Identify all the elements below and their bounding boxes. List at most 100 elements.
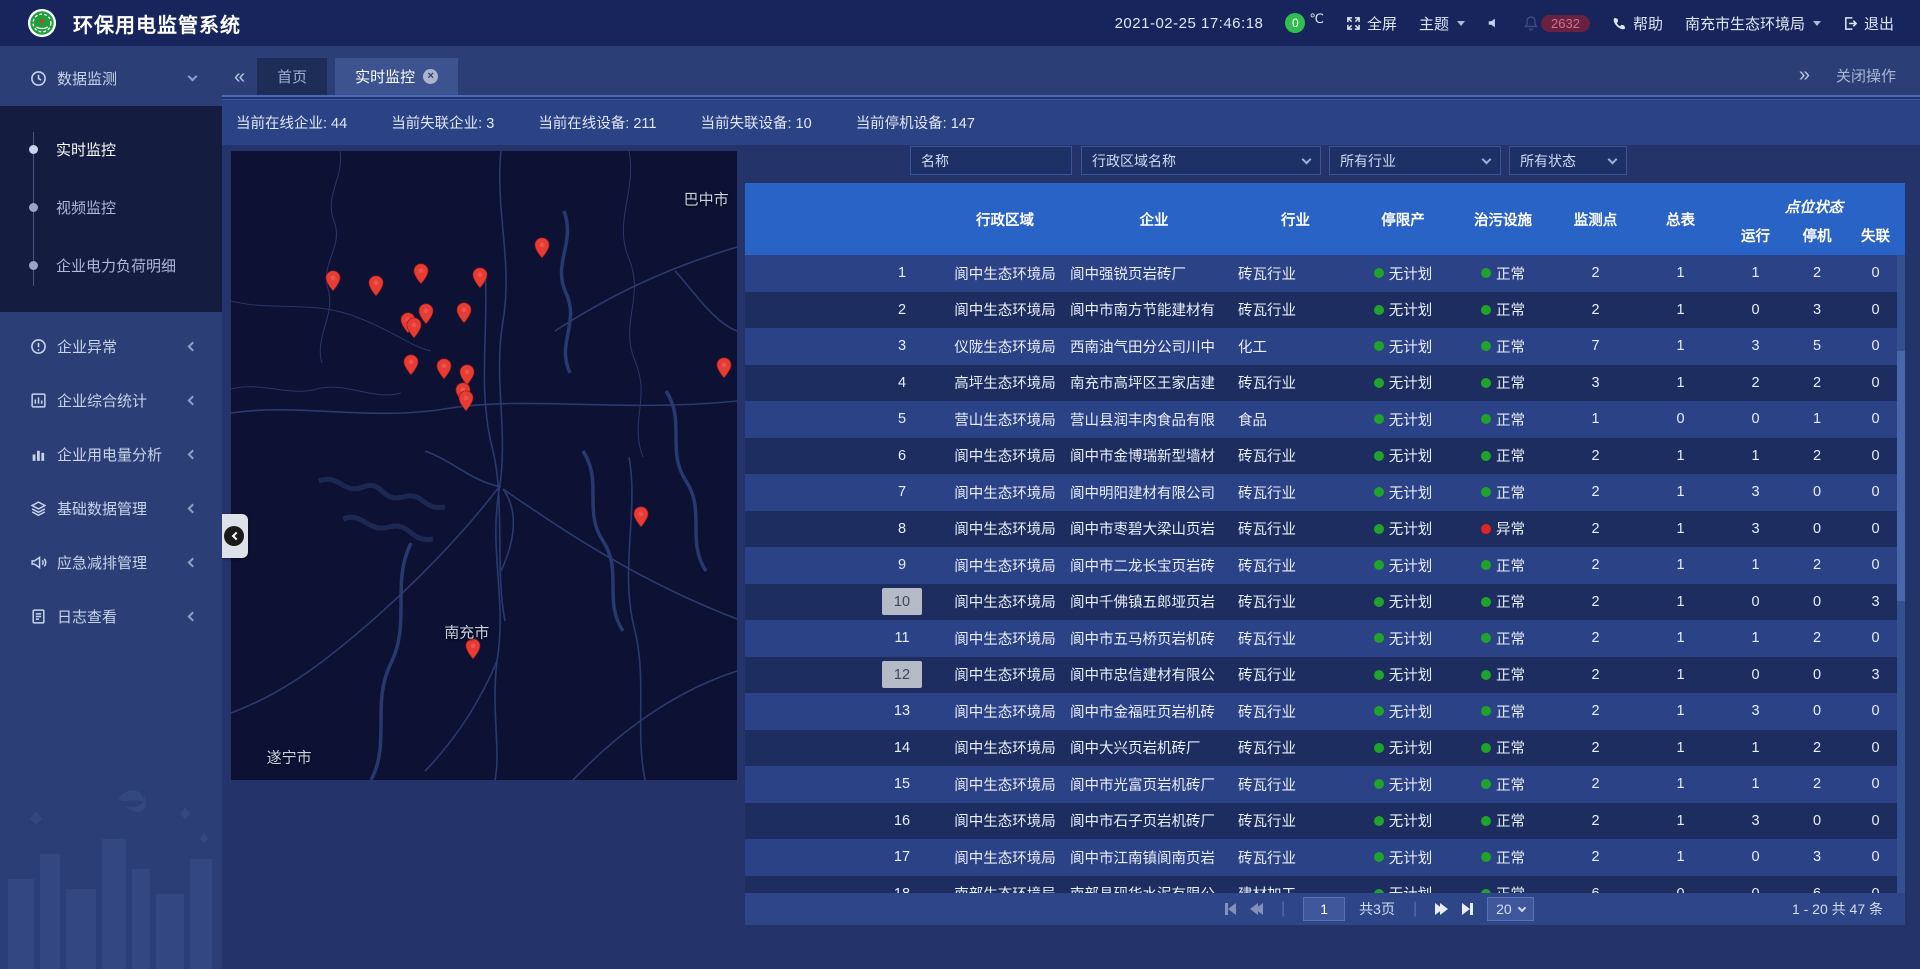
cell-total-meters: 1 [1638, 448, 1723, 464]
sidebar-item-log-view[interactable]: 日志查看 [0, 596, 222, 636]
cell-running: 0 [1723, 302, 1788, 318]
cell-monitor-points: 6 [1553, 886, 1638, 893]
table-row[interactable]: 12阆中生态环境局阆中市忠信建材有限公砖瓦行业无计划正常21003 [745, 657, 1905, 694]
sidebar-item-enterprise-stats[interactable]: 企业综合统计 [0, 380, 222, 420]
cell-stopped: 2 [1788, 740, 1846, 756]
table-row[interactable]: 18南部生态环境局南部县砚华水泥有限公建材加工无计划正常60060 [745, 876, 1905, 894]
row-index: 4 [882, 375, 922, 391]
map-pin-icon[interactable] [458, 390, 474, 412]
tabs-scroll-left-button[interactable]: « [222, 59, 257, 95]
user-dropdown[interactable]: 南充市生态环境局 [1685, 13, 1821, 34]
map-pin-icon[interactable] [418, 303, 434, 325]
table-row[interactable]: 15阆中生态环境局阆中市光富页岩机砖厂砖瓦行业无计划正常21120 [745, 766, 1905, 803]
layers-icon [30, 500, 47, 517]
map-panel[interactable]: 巴中市南充市遂宁市 [231, 151, 737, 780]
status-filter-select[interactable]: 所有状态 [1509, 146, 1627, 175]
cell-production-status: 无计划 [1353, 847, 1453, 868]
first-page-button[interactable] [1225, 903, 1236, 915]
map-pin-icon[interactable] [456, 302, 472, 324]
sidebar-subitem-power-load-detail[interactable]: 企业电力负荷明细 [0, 236, 222, 294]
cell-index: 4 [745, 375, 940, 391]
close-operations-button[interactable]: 关闭操作 [1836, 65, 1896, 86]
map-pin-icon[interactable] [436, 358, 452, 380]
sidebar-subitem-realtime-monitor[interactable]: 实时监控 [0, 120, 222, 178]
cell-index: 9 [745, 557, 940, 573]
mute-button[interactable] [1487, 16, 1501, 30]
prev-page-button[interactable] [1250, 903, 1263, 915]
tab-home[interactable]: 首页 [257, 58, 327, 95]
cell-facility-status: 正常 [1453, 883, 1553, 893]
sidebar-item-enterprise-abnormal[interactable]: 企业异常 [0, 326, 222, 366]
map-pin-icon[interactable] [403, 354, 419, 376]
name-filter-input[interactable] [921, 153, 1061, 169]
table-row[interactable]: 1阆中生态环境局阆中强锐页岩砖厂砖瓦行业无计划正常21120 [745, 255, 1905, 292]
cell-facility-status: 正常 [1453, 774, 1553, 795]
table-row[interactable]: 3仪陇生态环境局西南油气田分公司川中化工无计划正常71350 [745, 328, 1905, 365]
map-pin-icon[interactable] [325, 270, 341, 292]
cell-industry: 化工 [1238, 336, 1353, 357]
map-pin-icon[interactable] [633, 506, 649, 528]
map-pin-icon[interactable] [368, 275, 384, 297]
status-dot-green [1374, 670, 1384, 680]
status-dot-green [1481, 451, 1491, 461]
cell-index: 11 [745, 630, 940, 646]
region-filter-select[interactable]: 行政区域名称 [1081, 146, 1321, 175]
map-pin-icon[interactable] [716, 357, 732, 379]
cell-total-meters: 1 [1638, 302, 1723, 318]
table-row[interactable]: 4高坪生态环境局南充市高坪区王家店建砖瓦行业无计划正常31220 [745, 365, 1905, 402]
scrollbar-thumb[interactable] [1897, 351, 1905, 601]
cell-region: 阆中生态环境局 [940, 445, 1070, 466]
fullscreen-button[interactable]: 全屏 [1346, 13, 1397, 34]
cell-region: 阆中生态环境局 [940, 263, 1070, 284]
table-row[interactable]: 9阆中生态环境局阆中市二龙长宝页岩砖砖瓦行业无计划正常21120 [745, 547, 1905, 584]
table-row[interactable]: 16阆中生态环境局阆中市石子页岩机砖厂砖瓦行业无计划正常21300 [745, 803, 1905, 840]
table-row[interactable]: 14阆中生态环境局阆中大兴页岩机砖厂砖瓦行业无计划正常21120 [745, 730, 1905, 767]
table-row[interactable]: 5营山生态环境局营山县润丰肉食品有限食品无计划正常10010 [745, 401, 1905, 438]
table-scrollbar[interactable] [1897, 255, 1905, 893]
next-page-button[interactable] [1435, 903, 1448, 915]
help-button[interactable]: 帮助 [1612, 13, 1663, 34]
table-row[interactable]: 2阆中生态环境局阆中市南方节能建材有砖瓦行业无计划正常21030 [745, 292, 1905, 329]
cell-monitor-points: 2 [1553, 703, 1638, 719]
cell-production-status: 无计划 [1353, 737, 1453, 758]
cell-total-meters: 1 [1638, 338, 1723, 354]
logout-button[interactable]: 退出 [1843, 13, 1894, 34]
theme-dropdown[interactable]: 主题 [1419, 13, 1465, 34]
sidebar-subitem-video-monitor[interactable]: 视频监控 [0, 178, 222, 236]
sidebar-collapse-button[interactable] [222, 514, 248, 558]
table-row[interactable]: 10阆中生态环境局阆中千佛镇五郎垭页岩砖瓦行业无计划正常21003 [745, 584, 1905, 621]
cell-production-status: 无计划 [1353, 518, 1453, 539]
stat-item: 当前失联企业: 3 [391, 112, 494, 133]
cell-running: 1 [1723, 265, 1788, 281]
total-pages-label: 共3页 [1359, 899, 1395, 919]
table-row[interactable]: 13阆中生态环境局阆中市金福旺页岩机砖砖瓦行业无计划正常21300 [745, 693, 1905, 730]
sidebar-item-base-data[interactable]: 基础数据管理 [0, 488, 222, 528]
page-number-input[interactable] [1303, 897, 1345, 921]
table-row[interactable]: 6阆中生态环境局阆中市金博瑞新型墙材砖瓦行业无计划正常21120 [745, 438, 1905, 475]
table-row[interactable]: 8阆中生态环境局阆中市枣碧大梁山页岩砖瓦行业无计划异常21300 [745, 511, 1905, 548]
status-dot-green [1374, 779, 1384, 789]
industry-filter-select[interactable]: 所有行业 [1329, 146, 1501, 175]
tab-realtime-monitor[interactable]: 实时监控× [335, 58, 458, 95]
last-page-button[interactable] [1462, 903, 1473, 915]
name-filter-field[interactable] [910, 146, 1072, 175]
table-row[interactable]: 11阆中生态环境局阆中市五马桥页岩机砖砖瓦行业无计划正常21120 [745, 620, 1905, 657]
sidebar-item-emergency-reduction[interactable]: 应急减排管理 [0, 542, 222, 582]
tab-close-icon[interactable]: × [423, 69, 438, 84]
status-dot-green [1481, 268, 1491, 278]
status-dot-red [1481, 524, 1491, 534]
col-meters: 总表 [1638, 183, 1723, 255]
stat-item: 当前失联设备: 10 [701, 112, 812, 133]
cell-company: 南充市高坪区王家店建 [1070, 372, 1238, 393]
table-row[interactable]: 7阆中生态环境局阆中明阳建材有限公司砖瓦行业无计划正常21300 [745, 474, 1905, 511]
sidebar-item-data-monitor[interactable]: 数据监测 [0, 58, 222, 98]
map-pin-icon[interactable] [472, 267, 488, 289]
page-size-select[interactable]: 20 [1487, 897, 1534, 921]
map-pin-icon[interactable] [534, 237, 550, 259]
tabs-scroll-right-button[interactable]: » [1799, 64, 1810, 87]
sidebar-item-power-analysis[interactable]: 企业用电量分析 [0, 434, 222, 474]
notifications[interactable]: 2632 [1523, 15, 1590, 32]
table-row[interactable]: 17阆中生态环境局阆中市江南镇阆南页岩砖瓦行业无计划正常21030 [745, 839, 1905, 876]
map-pin-icon[interactable] [413, 263, 429, 285]
map-city-label: 遂宁市 [267, 746, 312, 767]
